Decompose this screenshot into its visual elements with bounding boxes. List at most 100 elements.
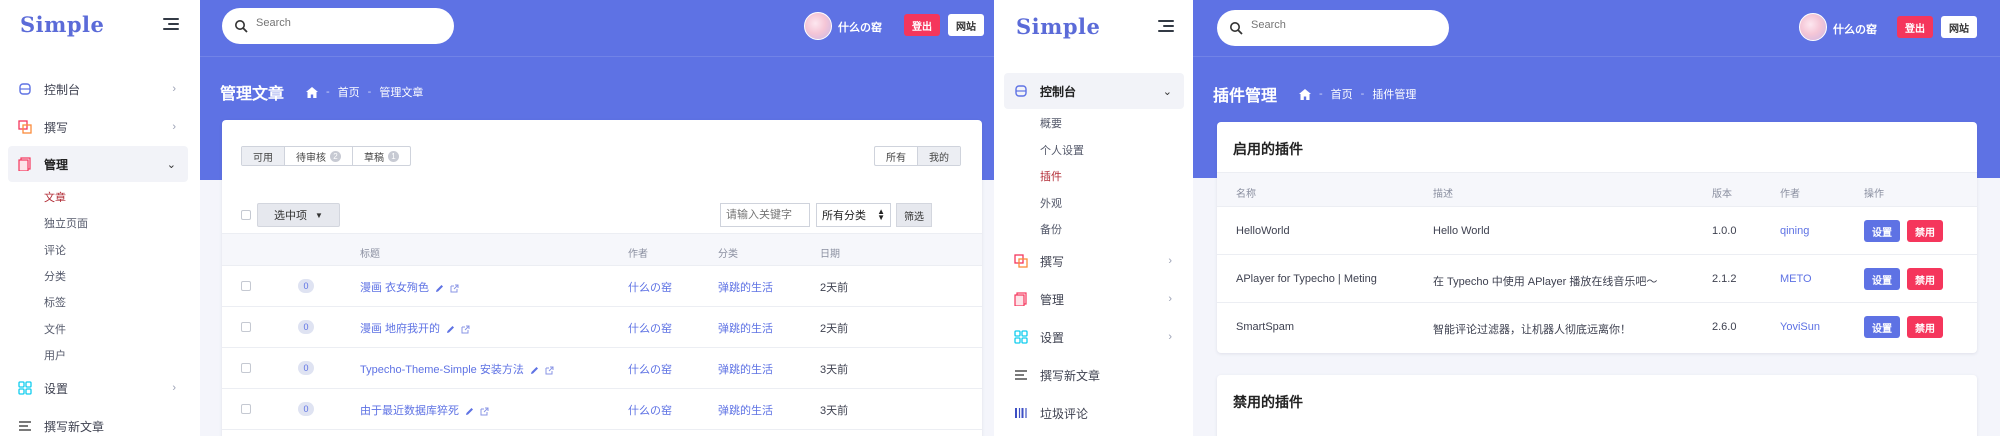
post-title[interactable]: 由于最近数据库猝死 xyxy=(360,402,489,418)
keyword-input[interactable] xyxy=(720,203,810,227)
sub-item-backup[interactable]: 备份 xyxy=(1040,221,1062,237)
sub-item-tags[interactable]: 标签 xyxy=(44,294,66,310)
avatar[interactable] xyxy=(1799,13,1827,41)
post-author[interactable]: 什么の窑 xyxy=(628,279,672,295)
sidebar-item-write[interactable]: 撰写 › xyxy=(1004,243,1184,279)
search-input[interactable] xyxy=(256,17,436,29)
plugin-author[interactable]: YoviSun xyxy=(1780,321,1820,333)
row-checkbox[interactable] xyxy=(241,404,251,414)
post-category[interactable]: 弹跳的生活 xyxy=(718,402,773,418)
logout-button[interactable]: 登出 xyxy=(904,14,940,36)
plugin-settings-button[interactable]: 设置 xyxy=(1864,220,1900,242)
external-link-icon[interactable] xyxy=(545,366,554,375)
post-title[interactable]: 漫画 地府我开的 xyxy=(360,320,470,336)
dashboard-icon xyxy=(19,83,31,95)
post-author[interactable]: 什么の窑 xyxy=(628,320,672,336)
post-title[interactable]: Typecho-Theme-Simple 安装方法 xyxy=(360,361,554,377)
username[interactable]: 什么の窑 xyxy=(1833,21,1877,37)
sidebar-item-manage[interactable]: 管理 ⌄ xyxy=(8,146,188,182)
post-author[interactable]: 什么の窑 xyxy=(628,361,672,377)
comment-count[interactable]: 0 xyxy=(298,402,314,416)
bulk-action-button[interactable]: 选中项 ▼ xyxy=(257,203,340,227)
sidebar-item-manage[interactable]: 管理 › xyxy=(1004,281,1184,317)
sidebar-item-new-post[interactable]: 撰写新文章 xyxy=(8,408,188,436)
post-author[interactable]: 什么の窑 xyxy=(628,402,672,418)
plugin-settings-button[interactable]: 设置 xyxy=(1864,268,1900,290)
breadcrumb-home[interactable]: 首页 xyxy=(338,84,360,100)
post-category[interactable]: 弹跳的生活 xyxy=(718,320,773,336)
edit-icon[interactable] xyxy=(446,325,455,334)
external-link-icon[interactable] xyxy=(480,407,489,416)
comment-count[interactable]: 0 xyxy=(298,279,314,293)
filter-pending[interactable]: 待审核 2 xyxy=(285,147,353,165)
logo[interactable]: Simple xyxy=(20,12,104,37)
sub-item-users[interactable]: 用户 xyxy=(44,347,66,363)
breadcrumb-home[interactable]: 首页 xyxy=(1331,86,1353,102)
plugin-author[interactable]: qining xyxy=(1780,225,1809,237)
menu-toggle-icon[interactable] xyxy=(1158,20,1174,33)
sidebar-item-label: 设置 xyxy=(44,381,69,396)
external-link-icon[interactable] xyxy=(450,284,459,293)
filter-button[interactable]: 筛选 xyxy=(896,203,932,227)
sub-item-categories[interactable]: 分类 xyxy=(44,268,66,284)
sub-item-pages[interactable]: 独立页面 xyxy=(44,215,88,231)
enabled-plugins-title: 启用的插件 xyxy=(1233,141,1303,157)
comment-count[interactable]: 0 xyxy=(298,361,314,375)
col-name: 名称 xyxy=(1236,189,1256,200)
logout-button[interactable]: 登出 xyxy=(1897,16,1933,38)
row-checkbox[interactable] xyxy=(241,322,251,332)
main-area: 什么の窑 登出 网站 管理文章 - 首页 - 管理文章 可用 待审核2 草稿1 … xyxy=(200,0,994,436)
col-category: 分类 xyxy=(718,249,738,260)
avatar[interactable] xyxy=(804,12,832,40)
sidebar-item-settings[interactable]: 设置 › xyxy=(1004,319,1184,355)
site-button[interactable]: 网站 xyxy=(948,14,984,36)
external-link-icon[interactable] xyxy=(461,325,470,334)
row-checkbox[interactable] xyxy=(241,281,251,291)
logo[interactable]: Simple xyxy=(1016,14,1100,39)
post-category[interactable]: 弹跳的生活 xyxy=(718,361,773,377)
search-input[interactable] xyxy=(1251,19,1431,31)
row-checkbox[interactable] xyxy=(241,363,251,373)
sub-item-plugins[interactable]: 插件 xyxy=(1040,168,1062,184)
home-icon[interactable] xyxy=(306,86,318,98)
post-title[interactable]: 漫画 衣女殉色 xyxy=(360,279,459,295)
sidebar-item-spam[interactable]: 垃圾评论 xyxy=(1004,395,1184,431)
sub-item-profile[interactable]: 个人设置 xyxy=(1040,142,1084,158)
plugin-disable-button[interactable]: 禁用 xyxy=(1907,316,1943,338)
sidebar-item-write[interactable]: 撰写 › xyxy=(8,109,188,145)
sidebar-item-dashboard[interactable]: 控制台 › xyxy=(8,71,188,107)
sub-item-overview[interactable]: 概要 xyxy=(1040,115,1062,131)
sub-item-files[interactable]: 文件 xyxy=(44,321,66,337)
scope-filter: 所有 我的 xyxy=(874,146,961,166)
edit-icon[interactable] xyxy=(465,407,474,416)
sidebar-item-dashboard[interactable]: 控制台 ⌄ xyxy=(1004,73,1184,109)
menu-toggle-icon[interactable] xyxy=(163,18,179,31)
filter-drafts[interactable]: 草稿 1 xyxy=(353,147,410,165)
sidebar-item-label: 控制台 xyxy=(44,82,81,97)
disabled-plugins-title: 禁用的插件 xyxy=(1233,394,1303,410)
site-button[interactable]: 网站 xyxy=(1941,16,1977,38)
plugin-disable-button[interactable]: 禁用 xyxy=(1907,220,1943,242)
search-box[interactable] xyxy=(1217,10,1449,46)
scope-mine[interactable]: 我的 xyxy=(918,147,960,165)
username[interactable]: 什么の窑 xyxy=(838,19,882,35)
sidebar-item-settings[interactable]: 设置 › xyxy=(8,370,188,406)
sub-item-themes[interactable]: 外观 xyxy=(1040,195,1062,211)
post-category[interactable]: 弹跳的生活 xyxy=(718,279,773,295)
comment-count[interactable]: 0 xyxy=(298,320,314,334)
edit-icon[interactable] xyxy=(530,366,539,375)
select-all-checkbox[interactable] xyxy=(241,210,251,220)
sub-item-comments[interactable]: 评论 xyxy=(44,242,66,258)
home-icon[interactable] xyxy=(1299,88,1311,100)
sidebar-item-new-post[interactable]: 撰写新文章 xyxy=(1004,357,1184,393)
category-select[interactable]: 所有分类 ▲ ▼ xyxy=(816,203,891,227)
sub-item-posts[interactable]: 文章 xyxy=(44,189,66,205)
sidebar-item-label: 控制台 xyxy=(1040,84,1077,99)
search-box[interactable] xyxy=(222,8,454,44)
edit-icon[interactable] xyxy=(435,284,444,293)
filter-available[interactable]: 可用 xyxy=(242,147,285,165)
plugin-author[interactable]: METO xyxy=(1780,273,1812,285)
plugin-settings-button[interactable]: 设置 xyxy=(1864,316,1900,338)
scope-all[interactable]: 所有 xyxy=(875,147,918,165)
plugin-disable-button[interactable]: 禁用 xyxy=(1907,268,1943,290)
